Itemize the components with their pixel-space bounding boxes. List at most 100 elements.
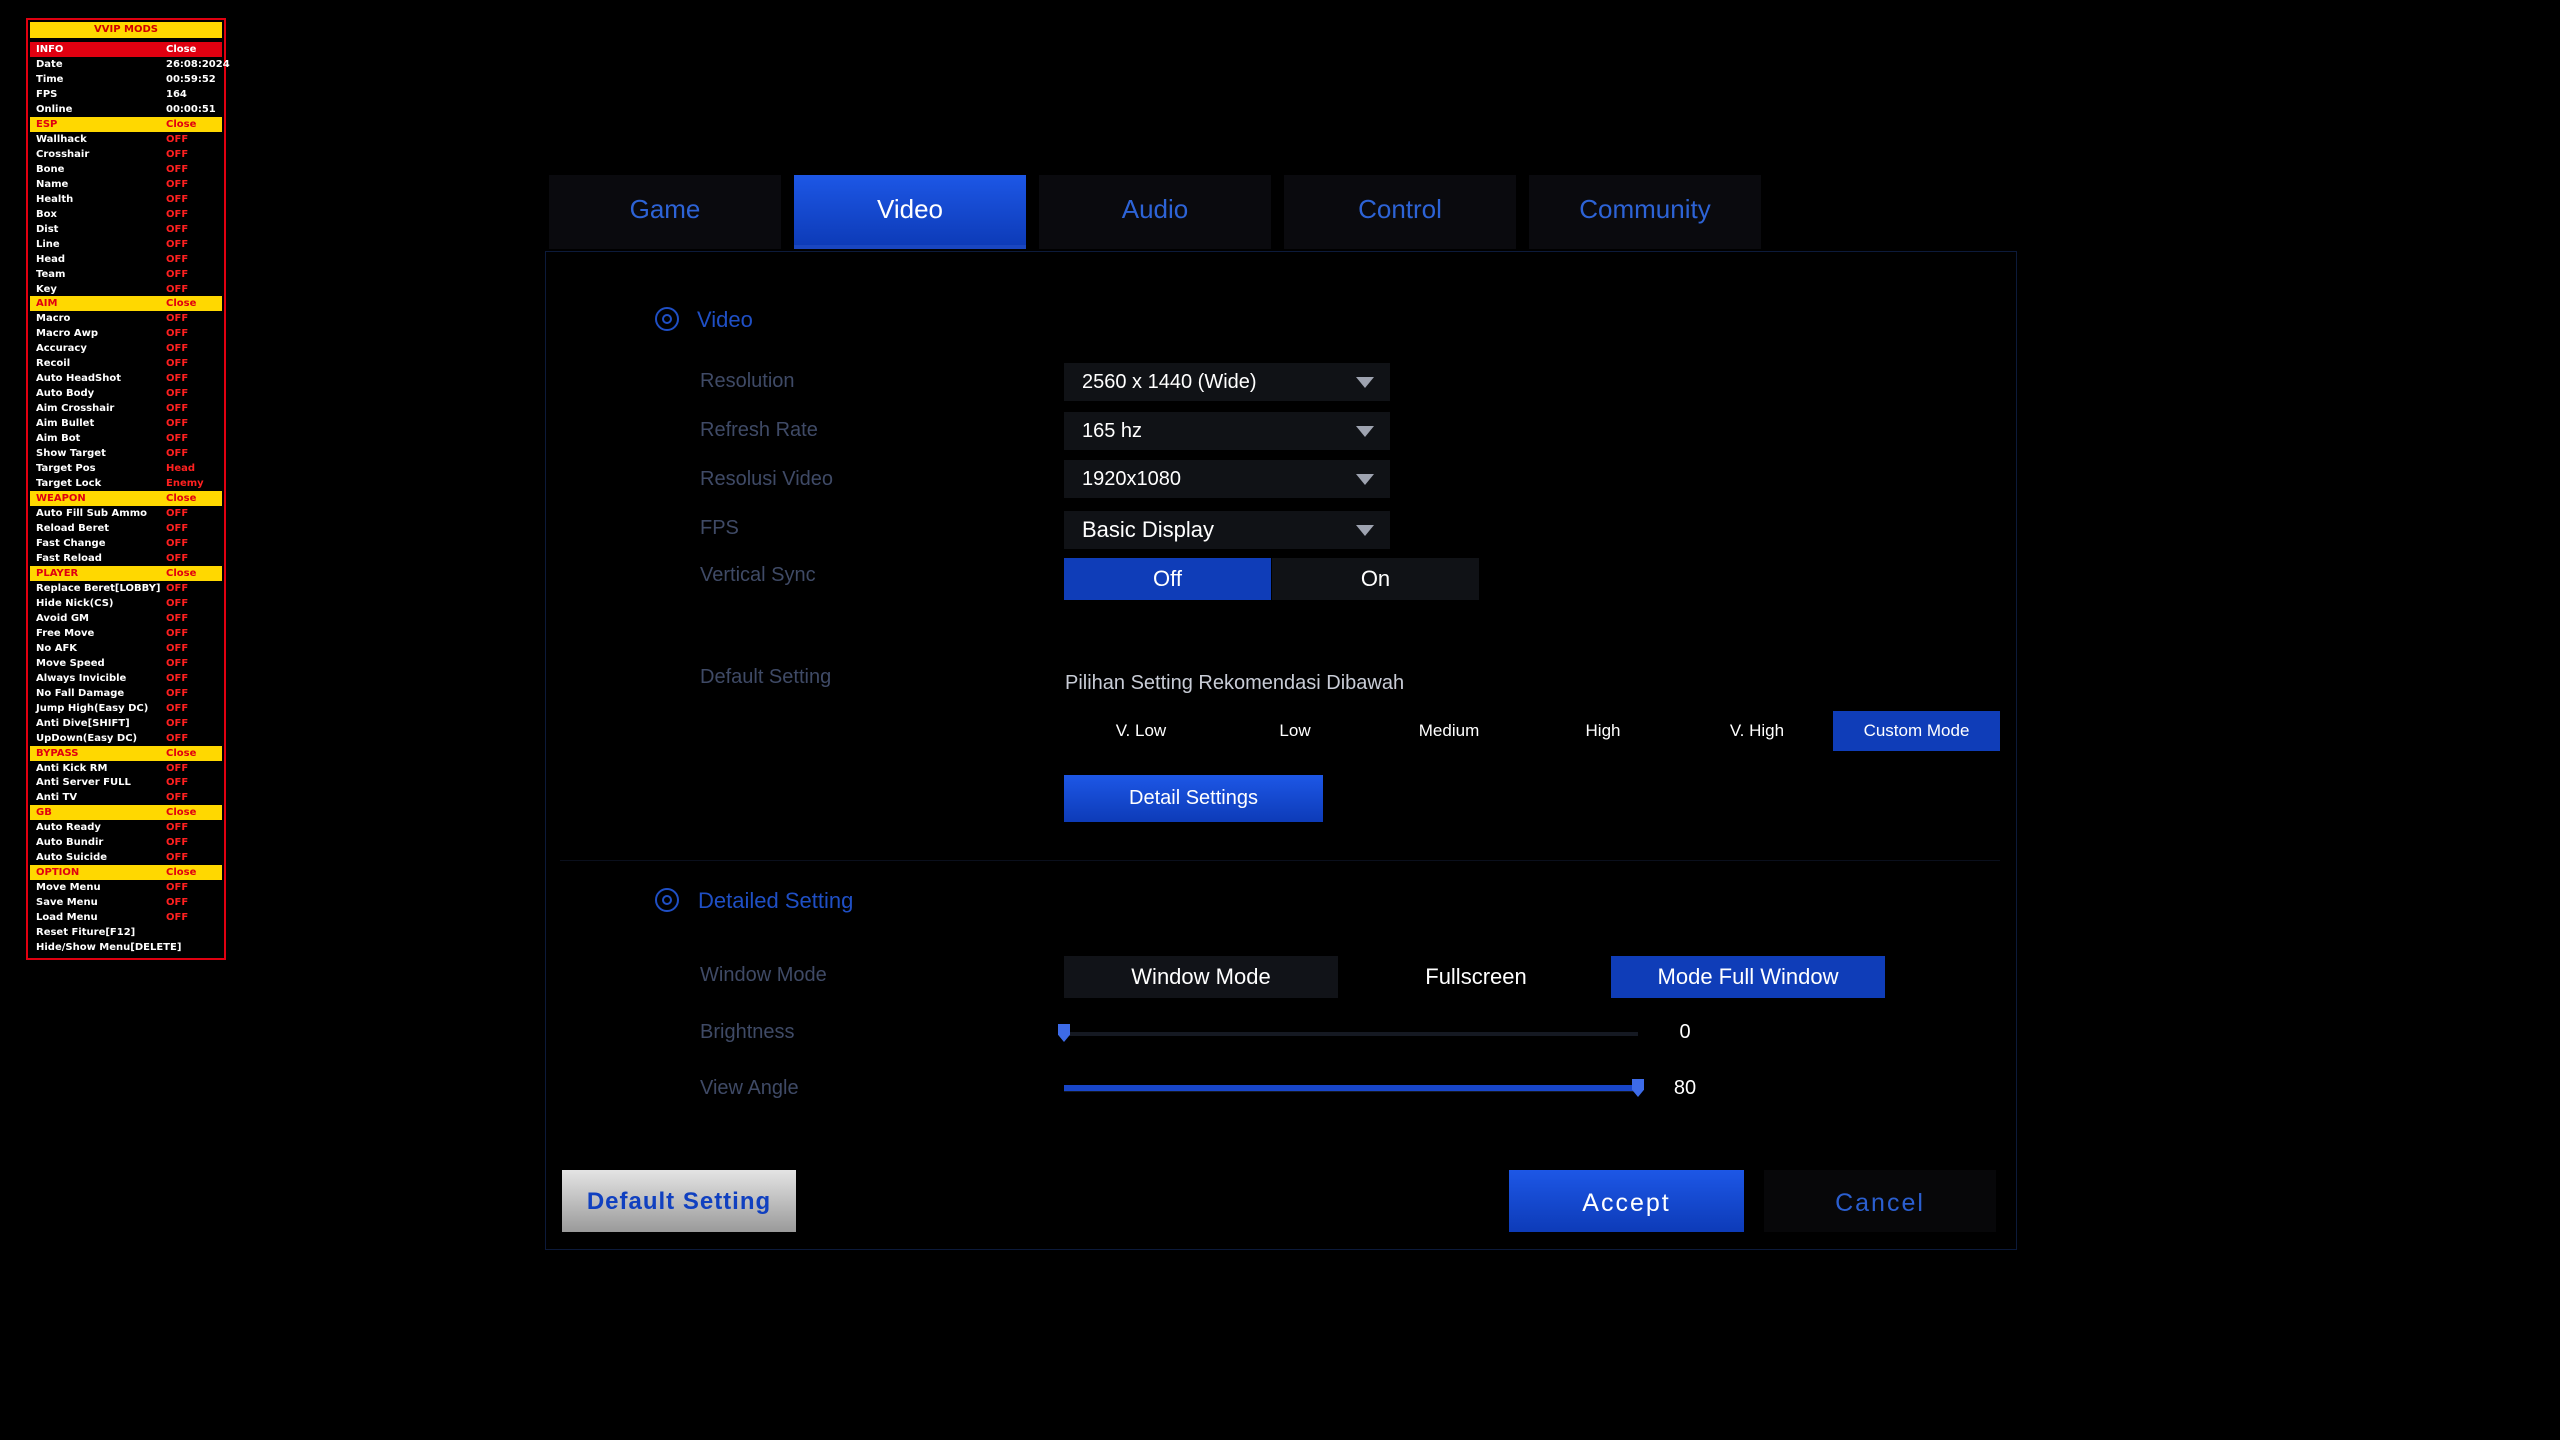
- mod-menu-item[interactable]: Wallhack OFF: [30, 132, 222, 147]
- mod-menu-section[interactable]: WEAPON Close: [30, 491, 222, 507]
- mod-menu-item[interactable]: Auto Bundir OFF: [30, 835, 222, 850]
- mod-menu-key: PLAYER: [36, 567, 79, 579]
- preset-high[interactable]: High: [1527, 711, 1679, 751]
- mod-menu-item[interactable]: No Fall Damage OFF: [30, 686, 222, 701]
- mod-menu-item[interactable]: Fast Reload OFF: [30, 551, 222, 566]
- mod-menu-item[interactable]: Key OFF: [30, 282, 222, 297]
- default-setting-button[interactable]: Default Setting: [562, 1170, 796, 1232]
- mod-menu-key: Aim Bullet: [36, 418, 95, 430]
- mod-menu-item[interactable]: Hide Nick(CS) OFF: [30, 596, 222, 611]
- mod-menu-value: OFF: [166, 912, 189, 924]
- mod-menu-section[interactable]: OPTION Close: [30, 865, 222, 881]
- window-mode-option-fullscreen[interactable]: Fullscreen: [1339, 956, 1613, 998]
- mod-menu-item[interactable]: Hide/Show Menu[DELETE]: [30, 940, 222, 955]
- mod-menu-item[interactable]: Aim Bullet OFF: [30, 416, 222, 431]
- mod-menu-item[interactable]: Auto Body OFF: [30, 386, 222, 401]
- fps-dropdown[interactable]: Basic Display: [1064, 511, 1390, 549]
- window-mode-option-full-window[interactable]: Mode Full Window: [1611, 956, 1885, 998]
- mod-menu-item[interactable]: Online 00:00:51: [30, 102, 222, 117]
- tab-audio[interactable]: Audio: [1039, 175, 1271, 249]
- mod-menu-item[interactable]: Show Target OFF: [30, 446, 222, 461]
- cancel-button[interactable]: Cancel: [1764, 1170, 1996, 1232]
- mod-menu-value: OFF: [166, 268, 189, 280]
- mod-menu-item[interactable]: Auto Fill Sub Ammo OFF: [30, 506, 222, 521]
- mod-menu-item[interactable]: Head OFF: [30, 252, 222, 267]
- mod-menu-item[interactable]: Move Speed OFF: [30, 656, 222, 671]
- mod-menu-item[interactable]: Accuracy OFF: [30, 341, 222, 356]
- mod-menu-item[interactable]: Replace Beret[LOBBY] OFF: [30, 581, 222, 596]
- mod-menu-item[interactable]: Macro OFF: [30, 311, 222, 326]
- tab-community[interactable]: Community: [1529, 175, 1761, 249]
- mod-menu-item[interactable]: Name OFF: [30, 177, 222, 192]
- tab-game[interactable]: Game: [549, 175, 781, 249]
- preset-medium[interactable]: Medium: [1373, 711, 1525, 751]
- preset-custom-mode[interactable]: Custom Mode: [1833, 711, 2000, 751]
- mod-menu-value: OFF: [166, 208, 189, 220]
- mod-menu-item[interactable]: Free Move OFF: [30, 626, 222, 641]
- mod-menu-item[interactable]: UpDown(Easy DC) OFF: [30, 731, 222, 746]
- resolution-dropdown[interactable]: 2560 x 1440 (Wide): [1064, 363, 1390, 401]
- mod-menu-item[interactable]: Target Pos Head: [30, 461, 222, 476]
- mod-menu-item[interactable]: Aim Bot OFF: [30, 431, 222, 446]
- mod-menu-key: Auto HeadShot: [36, 373, 122, 385]
- tab-control[interactable]: Control: [1284, 175, 1516, 249]
- mod-menu-value: OFF: [166, 448, 189, 460]
- mod-menu-value: OFF: [166, 657, 189, 669]
- mod-menu-value: OFF: [166, 403, 189, 415]
- mod-menu-item[interactable]: Auto Suicide OFF: [30, 850, 222, 865]
- refresh-rate-dropdown[interactable]: 165 hz: [1064, 412, 1390, 450]
- mod-menu-item[interactable]: Save Menu OFF: [30, 895, 222, 910]
- mod-menu-item[interactable]: Target Lock Enemy: [30, 476, 222, 491]
- mod-menu-item[interactable]: Time 00:59:52: [30, 72, 222, 87]
- mod-menu-item[interactable]: Auto Ready OFF: [30, 820, 222, 835]
- window-mode-option-window[interactable]: Window Mode: [1064, 956, 1338, 998]
- mod-menu-item[interactable]: Anti Dive[SHIFT] OFF: [30, 716, 222, 731]
- mod-menu-item[interactable]: Auto HeadShot OFF: [30, 371, 222, 386]
- mod-menu-value: OFF: [166, 612, 189, 624]
- mod-menu-item[interactable]: Reset Fiture[F12]: [30, 925, 222, 940]
- mod-menu-item[interactable]: No AFK OFF: [30, 641, 222, 656]
- mod-menu-section[interactable]: INFO Close: [30, 42, 222, 57]
- resolusi-video-dropdown[interactable]: 1920x1080: [1064, 460, 1390, 498]
- mod-menu-item[interactable]: Fast Change OFF: [30, 536, 222, 551]
- mod-menu-item[interactable]: Aim Crosshair OFF: [30, 401, 222, 416]
- mod-menu-item[interactable]: Date 26:08:2024: [30, 57, 230, 72]
- mod-menu-item[interactable]: Macro Awp OFF: [30, 326, 222, 341]
- mod-menu-item[interactable]: Load Menu OFF: [30, 910, 222, 925]
- mod-menu-item[interactable]: Team OFF: [30, 267, 222, 282]
- mod-menu-item[interactable]: Anti Kick RM OFF: [30, 761, 222, 776]
- mod-menu-value: OFF: [166, 223, 189, 235]
- mod-menu-item[interactable]: Recoil OFF: [30, 356, 222, 371]
- mod-menu-section[interactable]: PLAYER Close: [30, 565, 222, 581]
- tab-video[interactable]: Video: [794, 175, 1026, 249]
- brightness-slider-track[interactable]: [1064, 1032, 1638, 1036]
- accept-button[interactable]: Accept: [1509, 1170, 1744, 1232]
- mod-menu-item[interactable]: Crosshair OFF: [30, 147, 222, 162]
- mod-menu-section[interactable]: BYPASS Close: [30, 745, 222, 761]
- mod-menu-item[interactable]: Reload Beret OFF: [30, 521, 222, 536]
- mod-menu-key: INFO: [36, 44, 64, 55]
- mod-menu-key: Move Speed: [36, 657, 105, 669]
- mod-menu-item[interactable]: Line OFF: [30, 237, 222, 252]
- mod-menu-key: UpDown(Easy DC): [36, 732, 138, 744]
- preset-vhigh[interactable]: V. High: [1681, 711, 1833, 751]
- mod-menu-item[interactable]: Avoid GM OFF: [30, 611, 222, 626]
- detail-settings-button[interactable]: Detail Settings: [1064, 775, 1323, 822]
- mod-menu-item[interactable]: Dist OFF: [30, 222, 222, 237]
- vsync-on-button[interactable]: On: [1272, 558, 1479, 600]
- mod-menu-section[interactable]: AIM Close: [30, 296, 222, 312]
- mod-menu-item[interactable]: Jump High(Easy DC) OFF: [30, 701, 222, 716]
- mod-menu-item[interactable]: Bone OFF: [30, 162, 222, 177]
- mod-menu-item[interactable]: Anti Server FULL OFF: [30, 775, 222, 790]
- mod-menu-item[interactable]: FPS 164: [30, 87, 222, 102]
- mod-menu-item[interactable]: Health OFF: [30, 192, 222, 207]
- mod-menu-item[interactable]: Anti TV OFF: [30, 790, 222, 805]
- preset-low[interactable]: Low: [1219, 711, 1371, 751]
- preset-vlow[interactable]: V. Low: [1065, 711, 1217, 751]
- mod-menu-section[interactable]: ESP Close: [30, 116, 222, 132]
- vsync-off-button[interactable]: Off: [1064, 558, 1271, 600]
- mod-menu-section[interactable]: GB Close: [30, 805, 222, 821]
- mod-menu-item[interactable]: Move Menu OFF: [30, 880, 222, 895]
- mod-menu-item[interactable]: Always Invicible OFF: [30, 671, 222, 686]
- mod-menu-item[interactable]: Box OFF: [30, 207, 222, 222]
